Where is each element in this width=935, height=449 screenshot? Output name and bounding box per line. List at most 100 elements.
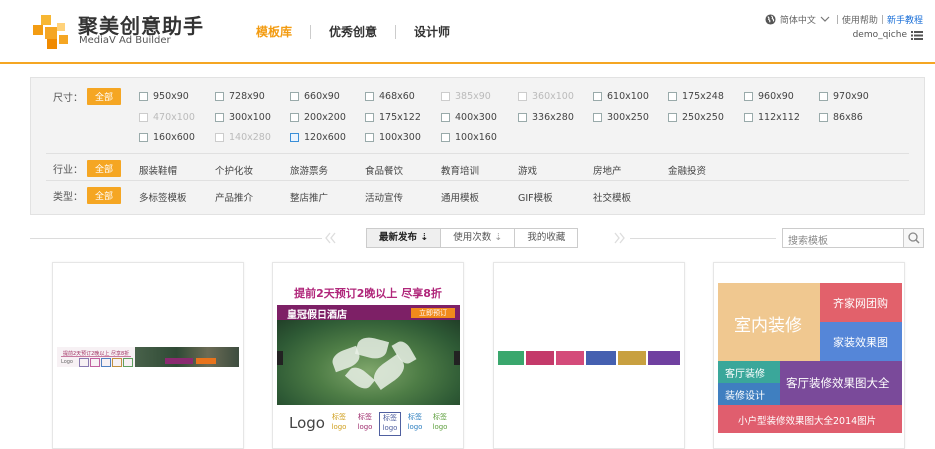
preview-hotel-bar: 皇冠假日酒店 立即预订	[277, 305, 460, 321]
size-option[interactable]: 112x112	[744, 112, 800, 123]
checkbox[interactable]	[441, 133, 450, 142]
checkbox[interactable]	[215, 92, 224, 101]
type-all-button[interactable]: 全部	[87, 187, 122, 204]
tab-my-favorites[interactable]: 我的收藏	[514, 228, 579, 248]
template-card[interactable]: 提前2天预订2晚以上 尽享8折 Logo	[52, 262, 244, 449]
username[interactable]: demo_qiche	[853, 30, 907, 40]
size-option[interactable]: 250x250	[668, 112, 724, 123]
type-option[interactable]: 产品推介	[215, 190, 253, 204]
size-option[interactable]: 86x86	[819, 112, 863, 123]
size-option[interactable]: 100x300	[365, 132, 421, 143]
checkbox[interactable]	[668, 113, 677, 122]
size-option[interactable]: 660x90	[290, 91, 340, 102]
checkbox[interactable]	[290, 133, 299, 142]
chip-label: 标签	[332, 413, 346, 421]
checkbox[interactable]	[139, 133, 148, 142]
search-button[interactable]	[903, 229, 923, 247]
type-option[interactable]: 社交模板	[593, 190, 631, 204]
checkbox[interactable]	[668, 92, 677, 101]
size-option[interactable]: 175x248	[668, 91, 724, 102]
checkbox[interactable]	[593, 92, 602, 101]
size-option-label: 86x86	[833, 112, 863, 123]
industry-option[interactable]: 旅游票务	[290, 163, 328, 177]
industry-all-button[interactable]: 全部	[87, 160, 122, 177]
size-option[interactable]: 160x600	[139, 132, 195, 143]
size-option[interactable]: 970x90	[819, 91, 869, 102]
size-option[interactable]: 336x280	[518, 112, 574, 123]
checkbox[interactable]	[744, 92, 753, 101]
size-option[interactable]: 950x90	[139, 91, 189, 102]
size-option-label: 610x100	[607, 91, 649, 102]
industry-option[interactable]: 个护化妆	[215, 163, 253, 177]
nav-template-library[interactable]: 模板库	[256, 23, 310, 40]
template-card[interactable]: 提前2天预订2晚以上 尽享8折 皇冠假日酒店 立即预订 Logo 标签 logo …	[272, 262, 464, 449]
type-option[interactable]: 活动宣传	[365, 190, 403, 204]
checkbox[interactable]	[365, 113, 374, 122]
language-select[interactable]: 简体中文	[780, 13, 816, 26]
search-box[interactable]: 搜索模板	[782, 228, 924, 248]
sort-arrow-icon: ⇣	[420, 232, 429, 243]
size-all-button[interactable]: 全部	[87, 88, 122, 105]
size-option[interactable]: 610x100	[593, 91, 649, 102]
size-option[interactable]: 200x200	[290, 112, 346, 123]
nav-designer[interactable]: 设计师	[396, 23, 468, 40]
divider	[61, 356, 131, 357]
size-option[interactable]: 360x100	[518, 91, 574, 102]
size-option[interactable]: 300x100	[215, 112, 271, 123]
size-option[interactable]: 960x90	[744, 91, 794, 102]
checkbox[interactable]	[744, 113, 753, 122]
size-option[interactable]: 385x90	[441, 91, 491, 102]
size-option[interactable]: 728x90	[215, 91, 265, 102]
checkbox[interactable]	[441, 113, 450, 122]
industry-option[interactable]: 食品餐饮	[365, 163, 403, 177]
checkbox[interactable]	[290, 92, 299, 101]
type-option[interactable]: GIF模板	[518, 190, 553, 204]
checkbox[interactable]	[518, 113, 527, 122]
tab-newest[interactable]: 最新发布 ⇣	[366, 228, 442, 248]
size-option[interactable]: 100x160	[441, 132, 497, 143]
checkbox[interactable]	[365, 92, 374, 101]
search-input[interactable]: 搜索模板	[788, 232, 828, 247]
industry-option[interactable]: 金融投资	[668, 163, 706, 177]
type-option[interactable]: 多标签模板	[139, 190, 187, 204]
template-card[interactable]: 室内装修 齐家网团购 家装效果图 客厅装修 客厅装修效果图大全 装修设计 小户型…	[713, 262, 905, 449]
arrows-decor-icon	[325, 232, 336, 244]
checkbox[interactable]	[215, 133, 224, 142]
checkbox[interactable]	[518, 92, 527, 101]
size-option[interactable]: 120x600	[290, 132, 346, 143]
size-option[interactable]: 300x250	[593, 112, 649, 123]
industry-option[interactable]: 房地产	[593, 163, 622, 177]
industry-option[interactable]: 教育培训	[441, 163, 479, 177]
tab-most-used[interactable]: 使用次数 ⇣	[440, 228, 516, 248]
checkbox[interactable]	[593, 113, 602, 122]
checkbox[interactable]	[139, 92, 148, 101]
type-option[interactable]: 整店推广	[290, 190, 328, 204]
size-option[interactable]: 400x300	[441, 112, 497, 123]
industry-option[interactable]: 服装鞋帽	[139, 163, 177, 177]
preview-tile	[526, 351, 554, 365]
size-option-label: 360x100	[532, 91, 574, 102]
type-option[interactable]: 通用模板	[441, 190, 479, 204]
size-option[interactable]: 175x122	[365, 112, 421, 123]
checkbox[interactable]	[441, 92, 450, 101]
checkbox[interactable]	[290, 113, 299, 122]
checkbox[interactable]	[215, 113, 224, 122]
checkbox[interactable]	[819, 113, 828, 122]
size-option[interactable]: 470x100	[139, 112, 195, 123]
nav-excellent-creative[interactable]: 优秀创意	[311, 23, 395, 40]
chevron-down-icon[interactable]	[820, 16, 830, 23]
size-option[interactable]: 468x60	[365, 91, 415, 102]
tutorial-link[interactable]: 新手教程	[887, 13, 923, 26]
checkbox[interactable]	[819, 92, 828, 101]
menu-icon[interactable]	[911, 30, 923, 40]
template-card[interactable]	[493, 262, 685, 449]
help-link[interactable]: 使用帮助	[842, 13, 878, 26]
size-option-label: 140x280	[229, 132, 271, 143]
checkbox[interactable]	[365, 133, 374, 142]
size-option[interactable]: 140x280	[215, 132, 271, 143]
checkbox[interactable]	[139, 113, 148, 122]
industry-option[interactable]: 游戏	[518, 163, 537, 177]
globe-icon	[765, 14, 776, 25]
sort-arrow-icon: ⇣	[494, 232, 503, 243]
tile-label: 齐家网团购	[833, 297, 888, 310]
